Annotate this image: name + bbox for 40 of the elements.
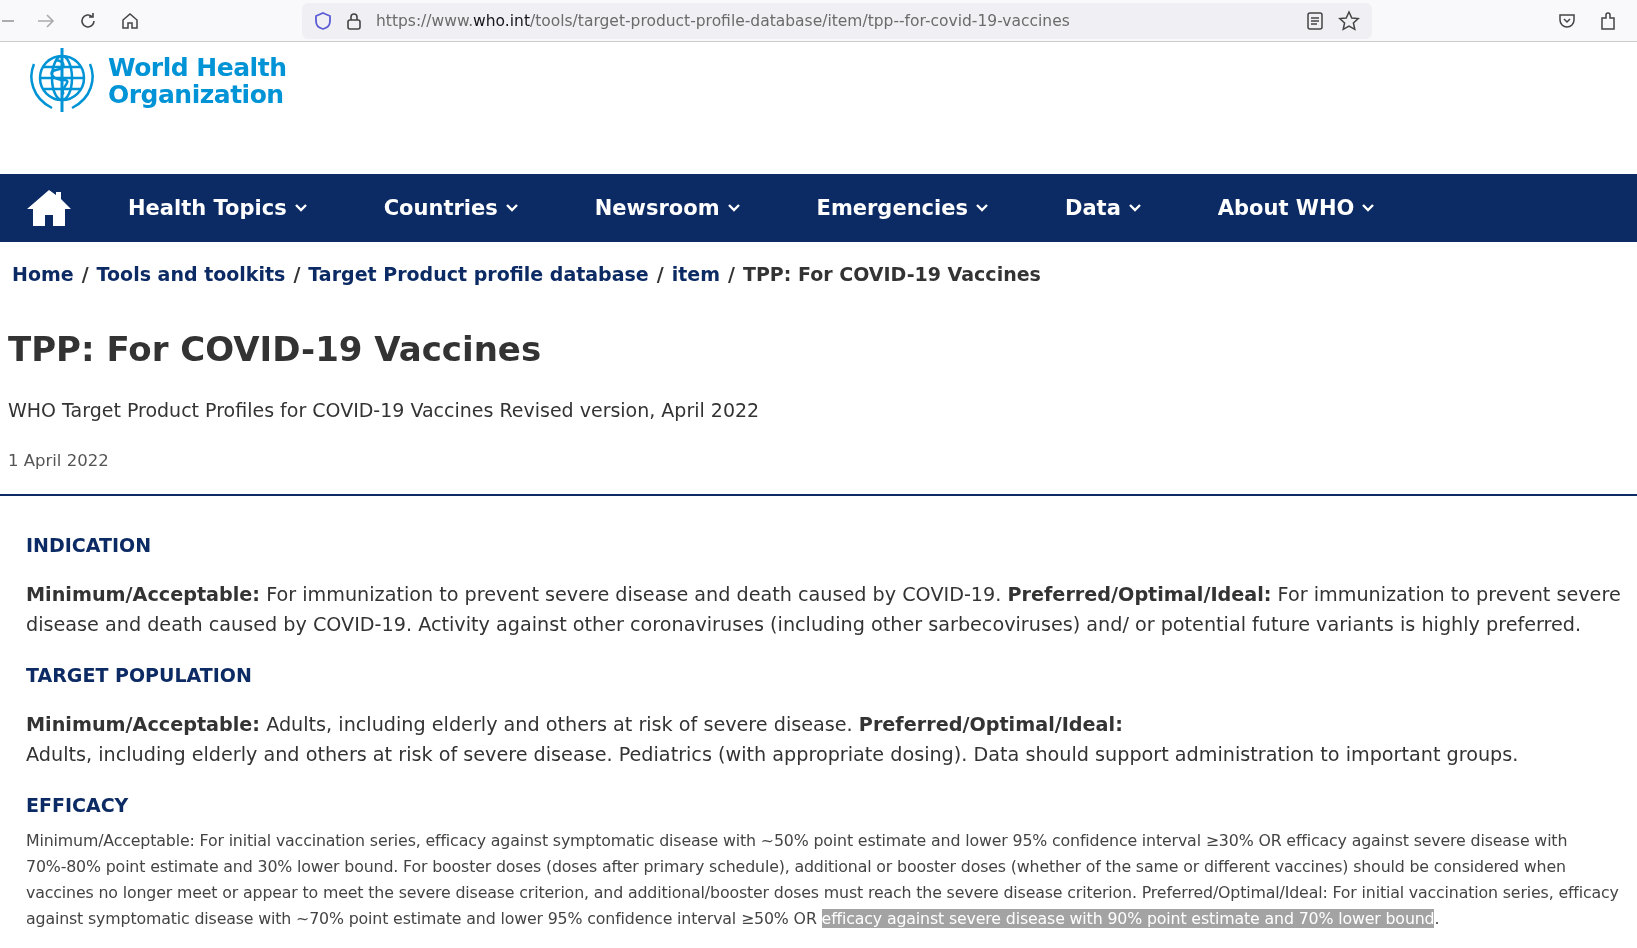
breadcrumb-link[interactable]: Tools and toolkits [96, 263, 286, 285]
home-icon[interactable] [26, 188, 72, 228]
shield-icon [314, 10, 332, 31]
breadcrumb-link[interactable]: item [671, 263, 720, 285]
section-heading: INDICATION [26, 534, 153, 556]
nav-menu-item[interactable]: Emergencies [816, 196, 988, 220]
address-bar[interactable]: https://www.who.int/tools/target-product-profile-database/item/tpp--for-covid-19-vaccines [302, 2, 1372, 39]
section-heading: TARGET POPULATION [26, 664, 253, 686]
lock-icon [346, 10, 362, 31]
breadcrumb-separator: / [293, 263, 301, 285]
chevron-down-icon [505, 204, 518, 212]
breadcrumb-separator: / [81, 263, 89, 285]
star-icon[interactable] [1338, 9, 1360, 32]
section-paragraph: Minimum/Acceptable: For immunization to prevent severe disease and death caused by COVID-19. Preferred/Optimal/Ideal: For immunization to prevent severe disease and death caused by COVID-19. Activity against other coronaviruses (including other sarbecoviruses) and/ or potential future variants is highly preferred. [26, 582, 1622, 638]
reload-icon[interactable] [78, 10, 98, 31]
home-icon[interactable] [120, 10, 140, 31]
breadcrumb-current: TPP: For COVID-19 Vaccines [742, 263, 1041, 285]
publish-date: 1 April 2022 [8, 451, 110, 470]
section-paragraph: Minimum/Acceptable: Adults, including elderly and others at risk of severe disease. Preferred/Optimal/Ideal: [26, 712, 1124, 738]
chevron-down-icon [294, 204, 307, 212]
section-paragraph: Adults, including elderly and others at risk of severe disease. Pediatrics (with appropriate dosing). Data should support administration to important groups. [26, 742, 1520, 768]
nav-menu-item[interactable]: Countries [383, 196, 518, 220]
breadcrumb-link[interactable]: Home [12, 263, 74, 285]
breadcrumb-separator: / [656, 263, 664, 285]
reader-view-icon[interactable] [1306, 10, 1324, 31]
page-title: TPP: For COVID-19 Vaccines [8, 329, 543, 369]
chevron-down-icon [1128, 204, 1141, 212]
chevron-down-icon [727, 204, 740, 212]
nav-menu-item[interactable]: Data [1065, 196, 1141, 220]
page-subtitle: WHO Target Product Profiles for COVID-19 Vaccines Revised version, April 2022 [8, 399, 761, 421]
nav-menu-item[interactable]: About WHO [1217, 196, 1375, 220]
section-heading: EFFICACY [26, 794, 130, 816]
chevron-down-icon [1362, 204, 1375, 212]
section-paragraph: Minimum/Acceptable: For initial vaccination series, efficacy against symptomatic disease with ~50% point estimate and lower 95% confidence interval ≥30% OR efficacy against severe disease with 70%-80% point estimate and 30% lower bound. For booster doses (doses after primary schedule), additional or booster doses (whether of the same or different vaccines) should be considered when vaccines no longer meet or appear to meet the severe disease criterion, and additional/booster doses must reach the severe disease criterion. Preferred/Optimal/Ideal: For initial vaccination series, efficacy against symptomatic disease with ~70% point estimate and lower 95% confidence interval ≥50% OR efficacy against severe disease with 90% point estimate and 70% lower bound. [26, 830, 1620, 930]
nav-menu-item[interactable]: Health Topics [128, 196, 307, 220]
url-text: https://www.who.int/tools/target-product-profile-database/item/tpp--for-covid-19-vaccines [376, 11, 1070, 30]
chevron-down-icon [976, 204, 988, 212]
breadcrumb-separator: / [727, 263, 735, 285]
breadcrumb-link[interactable]: Target Product profile database [308, 263, 649, 285]
nav-menu-item[interactable]: Newsroom [594, 196, 740, 220]
